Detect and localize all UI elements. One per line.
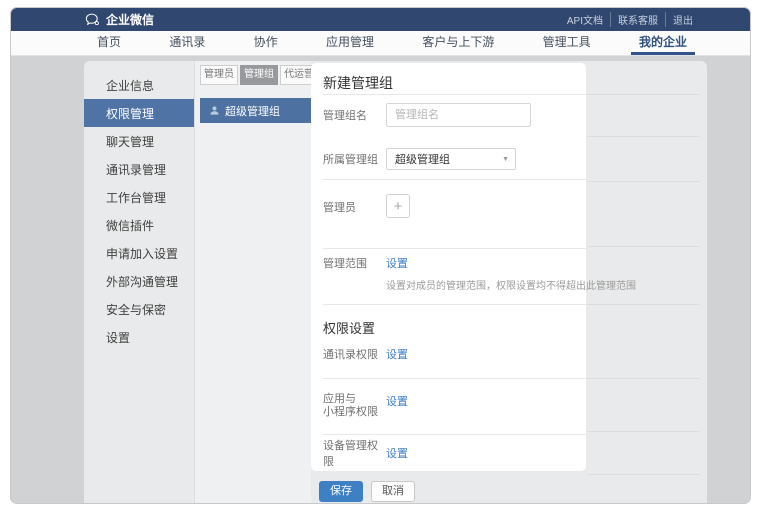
sidebar-item-workbench-management[interactable]: 工作台管理 <box>84 183 194 211</box>
group-item-label: 超级管理组 <box>225 103 280 119</box>
body-area: 企业信息 权限管理 聊天管理 通讯录管理 工作台管理 微信插件 申请加入设置 外… <box>11 56 750 503</box>
sidebar-item-settings[interactable]: 设置 <box>84 323 194 351</box>
nav-item-home[interactable]: 首页 <box>89 31 129 55</box>
contact-support-link[interactable]: 联系客服 <box>610 12 665 27</box>
divider <box>587 246 700 247</box>
main-nav: 首页 通讯录 协作 应用管理 客户与上下游 管理工具 我的企业 <box>11 31 750 56</box>
divider <box>587 181 700 182</box>
top-links: API文档 联系客服 退出 <box>560 12 700 27</box>
sidebar-item-join-settings[interactable]: 申请加入设置 <box>84 239 194 267</box>
sidebar-item-chat-management[interactable]: 聊天管理 <box>84 127 194 155</box>
sidebar-item-security-privacy[interactable]: 安全与保密 <box>84 295 194 323</box>
group-name-label: 管理组名 <box>323 107 386 123</box>
tab-admin-groups[interactable]: 管理组 <box>240 65 278 85</box>
cancel-button[interactable]: 取消 <box>371 481 415 502</box>
group-icon <box>209 105 220 116</box>
device-permission-label: 设备管理权限 <box>323 437 386 469</box>
sidebar-item-external-comm[interactable]: 外部沟通管理 <box>84 267 194 295</box>
nav-item-collaboration[interactable]: 协作 <box>246 31 286 55</box>
app-permission-settings-link[interactable]: 设置 <box>386 393 408 409</box>
nav-item-customers-upstream[interactable]: 客户与上下游 <box>414 31 502 55</box>
scope-label: 管理范围 <box>323 255 386 271</box>
divider <box>323 94 586 95</box>
divider <box>323 434 586 435</box>
save-button[interactable]: 保存 <box>319 481 363 502</box>
form-actions: 保存 取消 <box>319 481 415 502</box>
contacts-permission-settings-link[interactable]: 设置 <box>386 346 408 362</box>
dropdown-arrow-icon: ▼ <box>502 156 509 163</box>
page-title: 新建管理组 <box>323 73 393 93</box>
admins-label: 管理员 <box>323 199 386 215</box>
browser-window: 企业微信 API文档 联系客服 退出 首页 通讯录 协作 应用管理 客户与上下游… <box>10 7 751 504</box>
sidebar-item-permission-management[interactable]: 权限管理 <box>84 99 194 127</box>
nav-item-my-company[interactable]: 我的企业 <box>631 31 695 55</box>
nav-item-app-management[interactable]: 应用管理 <box>318 31 382 55</box>
sidebar-item-wechat-plugin[interactable]: 微信插件 <box>84 211 194 239</box>
scope-description: 设置对成员的管理范围，权限设置均不得超出此管理范围 <box>386 277 636 292</box>
admin-group-column: 管理员 管理组 代运营 + 超级管理组 <box>195 61 311 503</box>
group-list-item-super-admin[interactable]: 超级管理组 <box>200 98 311 123</box>
parent-group-value: 超级管理组 <box>395 151 450 167</box>
permissions-section-title: 权限设置 <box>323 318 375 337</box>
settings-sidebar: 企业信息 权限管理 聊天管理 通讯录管理 工作台管理 微信插件 申请加入设置 外… <box>84 71 194 351</box>
chat-bubble-icon <box>85 13 100 26</box>
nav-item-admin-tools[interactable]: 管理工具 <box>535 31 599 55</box>
admin-type-tabs: 管理员 管理组 代运营 + <box>200 65 311 85</box>
sidebar-item-corp-info[interactable]: 企业信息 <box>84 71 194 99</box>
logo-text: 企业微信 <box>106 11 154 28</box>
device-permission-settings-link[interactable]: 设置 <box>386 445 408 461</box>
group-name-input[interactable] <box>386 103 531 127</box>
api-docs-link[interactable]: API文档 <box>560 12 610 27</box>
divider <box>587 378 700 379</box>
nav-item-contacts[interactable]: 通讯录 <box>161 31 213 55</box>
sidebar-item-contacts-management[interactable]: 通讯录管理 <box>84 155 194 183</box>
scope-settings-link[interactable]: 设置 <box>386 255 408 271</box>
logout-link[interactable]: 退出 <box>665 12 700 27</box>
form-region: 新建管理组 管理组名 所属管理组 超级管理组 ▼ <box>311 61 707 503</box>
divider <box>323 248 586 249</box>
divider <box>587 431 700 432</box>
divider <box>587 136 700 137</box>
divider <box>323 378 586 379</box>
divider <box>587 304 700 305</box>
parent-group-label: 所属管理组 <box>323 151 386 167</box>
divider <box>323 304 586 305</box>
divider <box>587 94 700 95</box>
contacts-permission-label: 通讯录权限 <box>323 346 386 362</box>
app-permission-label: 应用与 小程序权限 <box>323 393 386 419</box>
add-admin-button[interactable]: + <box>386 194 410 218</box>
new-admin-group-card: 新建管理组 管理组名 所属管理组 超级管理组 ▼ <box>311 63 586 471</box>
divider <box>587 474 700 475</box>
tab-admins[interactable]: 管理员 <box>200 65 238 85</box>
wework-logo: 企业微信 <box>85 11 154 28</box>
content-panel: 企业信息 权限管理 聊天管理 通讯录管理 工作台管理 微信插件 申请加入设置 外… <box>84 61 707 503</box>
divider <box>323 179 586 180</box>
parent-group-select[interactable]: 超级管理组 ▼ <box>386 148 516 170</box>
top-bar: 企业微信 API文档 联系客服 退出 <box>11 8 750 31</box>
